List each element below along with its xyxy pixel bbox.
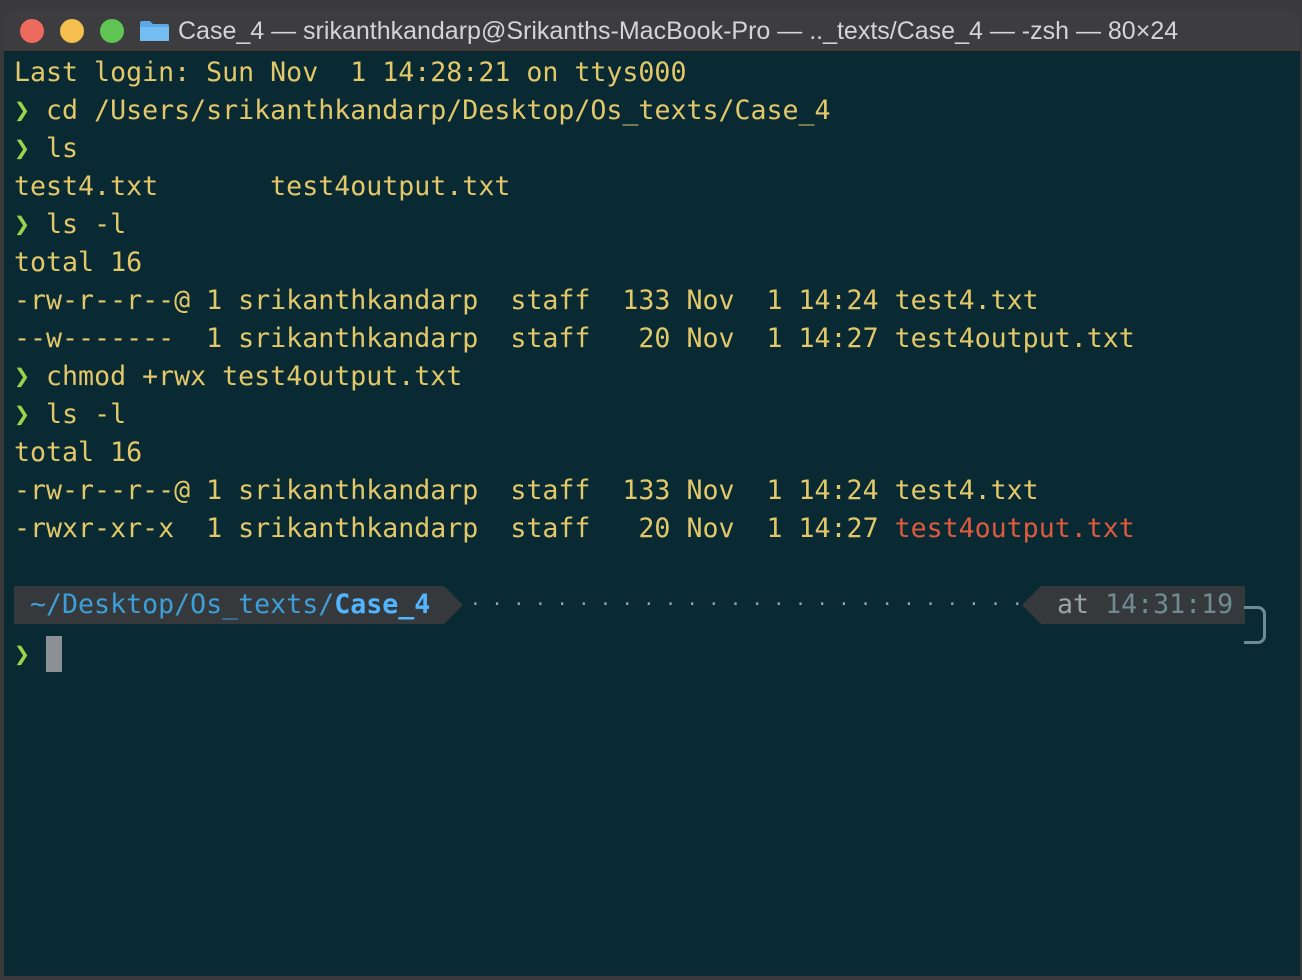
minimize-button[interactable] <box>60 19 84 43</box>
terminal-window: Case_4 — srikanthkandarp@Srikanths-MacBo… <box>4 10 1300 976</box>
prompt-symbol: ❯ <box>14 361 31 392</box>
terminal-content[interactable]: Last login: Sun Nov 1 14:28:21 on ttys00… <box>4 52 1300 976</box>
text-cursor <box>46 636 62 672</box>
terminal-line: Last login: Sun Nov 1 14:28:21 on ttys00… <box>14 57 687 88</box>
prompt-symbol: ❯ <box>14 399 31 430</box>
terminal-line: test4.txt test4output.txt <box>14 171 511 202</box>
terminal-line: ❯ chmod +rwx test4output.txt <box>14 361 463 392</box>
executable-filename: test4output.txt <box>894 513 1135 544</box>
dotted-filler: · · · · · · · · · · · · · · · · · · · · … <box>470 594 1022 615</box>
prompt-bracket <box>1244 606 1266 644</box>
folder-icon <box>140 21 169 41</box>
time-segment: at 14:31:19 <box>1041 586 1245 624</box>
prompt-symbol: ❯ <box>14 95 31 126</box>
terminal-line: ❯ ls -l <box>14 399 127 430</box>
prompt-symbol: ❯ <box>14 209 31 240</box>
zoom-button[interactable] <box>100 19 124 43</box>
current-path: ~/Desktop/Os_texts/Case_4 <box>14 586 444 624</box>
segment-arrow-right <box>444 586 463 624</box>
input-prompt-line[interactable]: ❯ <box>14 636 30 674</box>
prompt-symbol: ❯ <box>14 639 31 670</box>
terminal-line: ❯ ls -l <box>14 209 127 240</box>
terminal-line: total 16 <box>14 247 143 278</box>
title-bar[interactable]: Case_4 — srikanthkandarp@Srikanths-MacBo… <box>4 10 1300 52</box>
segment-arrow-left <box>1022 586 1041 624</box>
window-title: Case_4 — srikanthkandarp@Srikanths-MacBo… <box>178 17 1179 45</box>
terminal-line: -rw-r--r--@ 1 srikanthkandarp staff 133 … <box>14 285 1039 316</box>
terminal-line: ❯ cd /Users/srikanthkandarp/Desktop/Os_t… <box>14 95 831 126</box>
terminal-line: --w------- 1 srikanthkandarp staff 20 No… <box>14 323 1135 354</box>
close-button[interactable] <box>20 19 44 43</box>
terminal-line: -rwxr-xr-x 1 srikanthkandarp staff 20 No… <box>14 513 1135 544</box>
terminal-line: -rw-r--r--@ 1 srikanthkandarp staff 133 … <box>14 475 1039 506</box>
terminal-line: total 16 <box>14 437 143 468</box>
prompt-symbol: ❯ <box>14 133 31 164</box>
terminal-line: ❯ ls <box>14 133 79 164</box>
prompt-status-bar: ~/Desktop/Os_texts/Case_4 · · · · · · · … <box>14 586 1276 624</box>
